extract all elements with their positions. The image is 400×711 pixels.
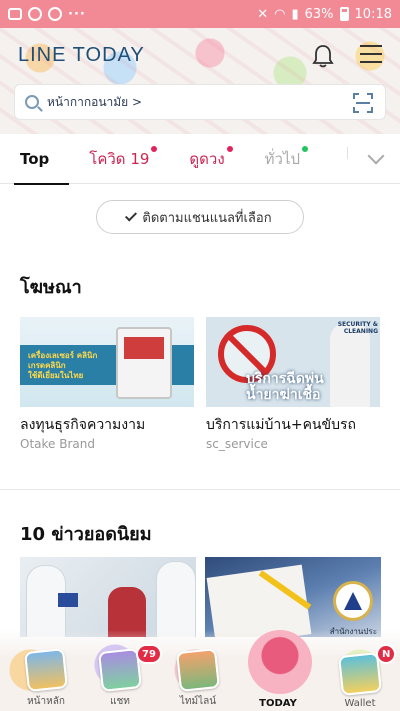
tab-top[interactable]: Top xyxy=(0,134,70,185)
nav-chat-label: แชท xyxy=(110,696,130,707)
follow-channels-label: ติดตามแชนแนลที่เลือก xyxy=(142,210,272,226)
wifi-icon: ◠ xyxy=(274,6,286,22)
news-card-image[interactable]: สำนักงานประ xyxy=(205,557,381,637)
top-news-title: 10 ข่าวยอดนิยม xyxy=(20,524,152,545)
new-dot xyxy=(151,145,158,152)
gallery-icon xyxy=(8,8,22,20)
home-sticker-icon xyxy=(24,648,68,692)
line-today-logo[interactable]: LINE TODAY xyxy=(18,44,145,67)
tab-horoscope[interactable]: ดูดวง xyxy=(169,134,244,184)
search-bar[interactable]: หน้ากากอนามัย > xyxy=(14,84,386,120)
wallet-sticker-icon xyxy=(338,652,382,696)
qr-scan-icon[interactable] xyxy=(353,93,373,113)
check-icon xyxy=(125,209,138,222)
ad-title: บริการแม่บ้าน+คนขับรถ xyxy=(206,417,356,433)
nav-timeline[interactable]: ไทม์ไลน์ xyxy=(168,648,228,709)
ad-image-caption: เครื่องเลเซอร์ คลินิก เกรดคลินิก ใช้ดีเย… xyxy=(28,351,98,380)
ad-image: SECURITY & CLEANING บริการฉีดพ่น น้ำยาฆ่… xyxy=(206,317,380,407)
section-divider xyxy=(0,489,400,490)
ad-source: sc_service xyxy=(206,437,268,451)
more-notifications-icon: ··· xyxy=(68,6,86,22)
nav-home-label: หน้าหลัก xyxy=(27,696,65,707)
status-left-icons: ··· xyxy=(8,7,86,22)
ad-title: ลงทุนธุรกิจความงาม xyxy=(20,417,146,433)
tab-separator xyxy=(347,147,348,159)
new-dot xyxy=(226,145,233,152)
agency-logo-icon xyxy=(333,581,373,621)
line-icon xyxy=(28,7,42,21)
battery-percent: 63% xyxy=(304,6,334,22)
search-placeholder: หน้ากากอนามัย > xyxy=(47,94,143,109)
ads-section-title: โฆษณา xyxy=(20,277,82,298)
category-tabs: Top โควิด 19 ดูดวง ทั่วไป xyxy=(0,134,400,185)
tab-general[interactable]: ทั่วไป xyxy=(245,134,320,184)
new-dot xyxy=(302,145,309,152)
clock: 10:18 xyxy=(354,6,392,22)
tab-covid19[interactable]: โควิด 19 xyxy=(69,134,169,184)
follow-channels-button[interactable]: ติดตามแชนแนลที่เลือก xyxy=(96,200,304,234)
status-right: ✕ ◠ ▮ 63% 10:18 xyxy=(257,7,392,22)
flag-graphic xyxy=(58,593,78,607)
nav-wallet-label: Wallet xyxy=(344,698,376,709)
tab-top-label: Top xyxy=(20,149,50,168)
cleaning-worker-graphic xyxy=(330,323,370,407)
bottom-navigation: หน้าหลัก แชท 79 ไทม์ไลน์ TODAY Wallet N xyxy=(0,630,400,711)
tab-horoscope-label: ดูดวง xyxy=(189,149,225,168)
nav-home[interactable]: หน้าหลัก xyxy=(16,648,76,709)
signal-icon: ▮ xyxy=(291,6,299,22)
bell-icon[interactable] xyxy=(312,44,334,68)
nav-today[interactable]: TODAY xyxy=(248,630,312,709)
mute-icon: ✕ xyxy=(257,6,269,22)
timeline-sticker-icon xyxy=(176,648,220,692)
beauty-device-graphic xyxy=(116,327,172,399)
ad-image-caption: บริการฉีดพ่น น้ำยาฆ่าเชื้อ xyxy=(246,371,324,403)
ad-image: เครื่องเลเซอร์ คลินิก เกรดคลินิก ใช้ดีเย… xyxy=(20,317,194,407)
tab-general-label: ทั่วไป xyxy=(264,149,301,168)
ad-card[interactable]: SECURITY & CLEANING บริการฉีดพ่น น้ำยาฆ่… xyxy=(206,317,380,451)
chat-unread-badge: 79 xyxy=(136,644,162,664)
status-bar: ··· ✕ ◠ ▮ 63% 10:18 xyxy=(0,0,400,28)
hamburger-menu-icon[interactable] xyxy=(360,45,382,65)
nav-today-label: TODAY xyxy=(259,698,297,709)
facebook-icon xyxy=(48,7,62,21)
chevron-down-icon[interactable] xyxy=(367,147,385,165)
app-header: LINE TODAY หน้ากากอนามัย > xyxy=(0,28,400,134)
nav-timeline-label: ไทม์ไลน์ xyxy=(179,696,217,707)
ad-image-badge: SECURITY & CLEANING xyxy=(337,321,378,335)
ad-card[interactable]: เครื่องเลเซอร์ คลินิก เกรดคลินิก ใช้ดีเย… xyxy=(20,317,194,451)
today-bear-sticker-icon xyxy=(248,630,312,694)
search-icon xyxy=(25,95,39,109)
news-card-image[interactable] xyxy=(20,557,196,637)
ppe-worker-graphic xyxy=(156,561,196,637)
tab-covid19-label: โควิด 19 xyxy=(89,149,150,168)
ad-source: Otake Brand xyxy=(20,437,95,451)
wallet-new-badge: N xyxy=(376,644,397,664)
battery-icon xyxy=(339,7,349,21)
